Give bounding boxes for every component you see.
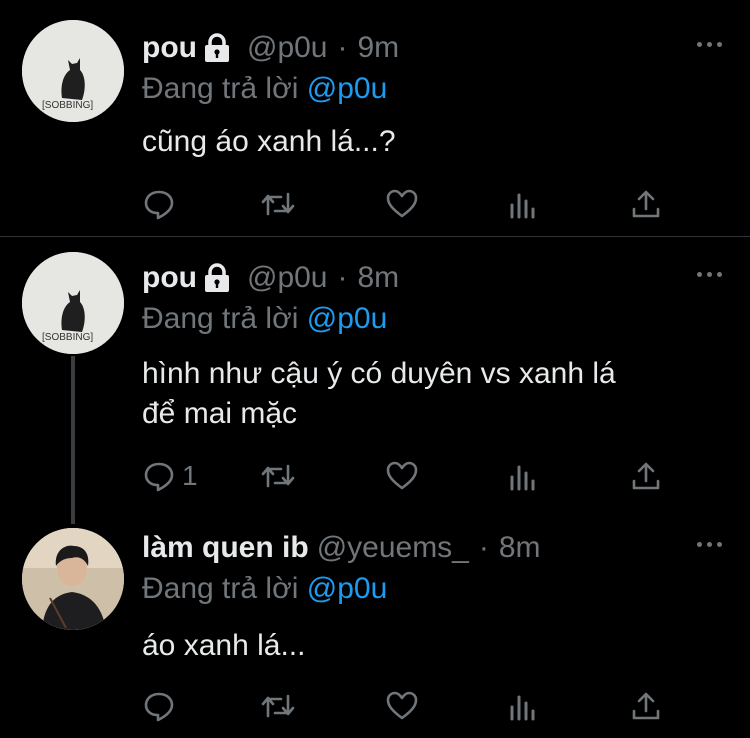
retweet-button[interactable] [259, 456, 297, 496]
reply-button[interactable] [142, 184, 182, 224]
action-bar [142, 686, 682, 726]
reply-icon [144, 190, 174, 220]
avatar[interactable]: [SOBBING] [22, 252, 124, 354]
display-name[interactable]: pou [142, 261, 197, 295]
timestamp[interactable]: 8m [358, 261, 400, 295]
analytics-icon [510, 193, 535, 219]
more-icon[interactable] [697, 542, 722, 547]
replying-to: Đang trả lời @p0u [142, 572, 387, 606]
share-button[interactable] [630, 456, 662, 496]
handle[interactable]: @p0u [247, 31, 328, 65]
display-name[interactable]: làm quen ib [142, 531, 309, 565]
handle[interactable]: @p0u [247, 261, 328, 295]
reply-prefix: Đang trả lời [142, 72, 299, 105]
reply-count: 1 [182, 460, 198, 491]
like-button[interactable] [385, 686, 419, 726]
like-icon [386, 461, 418, 490]
separator-dot: · [337, 31, 348, 64]
timestamp[interactable]: 9m [358, 31, 400, 65]
timestamp[interactable]: 8m [499, 531, 541, 565]
analytics-icon [510, 695, 535, 721]
handle[interactable]: @yeuems_ [317, 531, 469, 565]
share-icon [632, 190, 660, 218]
reply-button[interactable]: 1 [142, 456, 198, 496]
reply-prefix: Đang trả lời [142, 302, 299, 335]
tweet[interactable]: làm quen ib @yeuems_ · 8m Đang trả lời @… [0, 528, 750, 738]
retweet-icon [261, 192, 295, 216]
analytics-button[interactable] [508, 456, 538, 496]
separator-dot: · [337, 261, 348, 294]
retweet-icon [261, 694, 295, 718]
tweet-text: áo xanh lá... [142, 629, 306, 662]
retweet-button[interactable] [259, 686, 297, 726]
retweet-icon [261, 464, 295, 488]
avatar-caption: [SOBBING] [42, 100, 93, 111]
avatar-caption: [SOBBING] [42, 332, 93, 343]
share-button[interactable] [630, 184, 662, 224]
tweet-header: pou @p0u · 9m [142, 28, 399, 68]
lock-icon [203, 263, 231, 293]
separator-dot: · [478, 531, 489, 564]
tweet-text: cũng áo xanh lá...? [142, 125, 396, 158]
more-icon[interactable] [697, 272, 722, 277]
share-button[interactable] [630, 686, 662, 726]
analytics-button[interactable] [508, 184, 538, 224]
reply-button[interactable] [142, 686, 182, 726]
reply-icon [144, 462, 174, 492]
reply-mention[interactable]: @p0u [307, 72, 388, 105]
tweet-text: hình như cậu ý có duyên vs xanh lá để ma… [142, 357, 616, 430]
avatar[interactable] [22, 528, 124, 630]
lock-icon [203, 33, 231, 63]
divider [0, 236, 750, 237]
tweet[interactable]: [SOBBING] pou @p0u · 8m Đang trả lời @p0… [0, 252, 750, 518]
reply-mention[interactable]: @p0u [307, 572, 388, 605]
retweet-button[interactable] [259, 184, 297, 224]
action-bar: 1 [142, 456, 682, 496]
share-icon [632, 692, 660, 720]
replying-to: Đang trả lời @p0u [142, 302, 387, 336]
reply-prefix: Đang trả lời [142, 572, 299, 605]
reply-mention[interactable]: @p0u [307, 302, 388, 335]
analytics-icon [510, 465, 535, 491]
tweet-header: làm quen ib @yeuems_ · 8m [142, 528, 541, 568]
share-icon [632, 462, 660, 490]
reply-icon [144, 692, 174, 722]
analytics-button[interactable] [508, 686, 538, 726]
replying-to: Đang trả lời @p0u [142, 72, 387, 106]
display-name[interactable]: pou [142, 31, 197, 65]
more-icon[interactable] [697, 42, 722, 47]
action-bar [142, 184, 682, 224]
tweet[interactable]: [SOBBING] pou @p0u · 9m Đang trả lời @p0… [0, 20, 750, 228]
like-button[interactable] [385, 184, 419, 224]
avatar[interactable]: [SOBBING] [22, 20, 124, 122]
like-icon [386, 691, 418, 720]
like-button[interactable] [385, 456, 419, 496]
like-icon [386, 189, 418, 218]
tweet-header: pou @p0u · 8m [142, 258, 399, 298]
